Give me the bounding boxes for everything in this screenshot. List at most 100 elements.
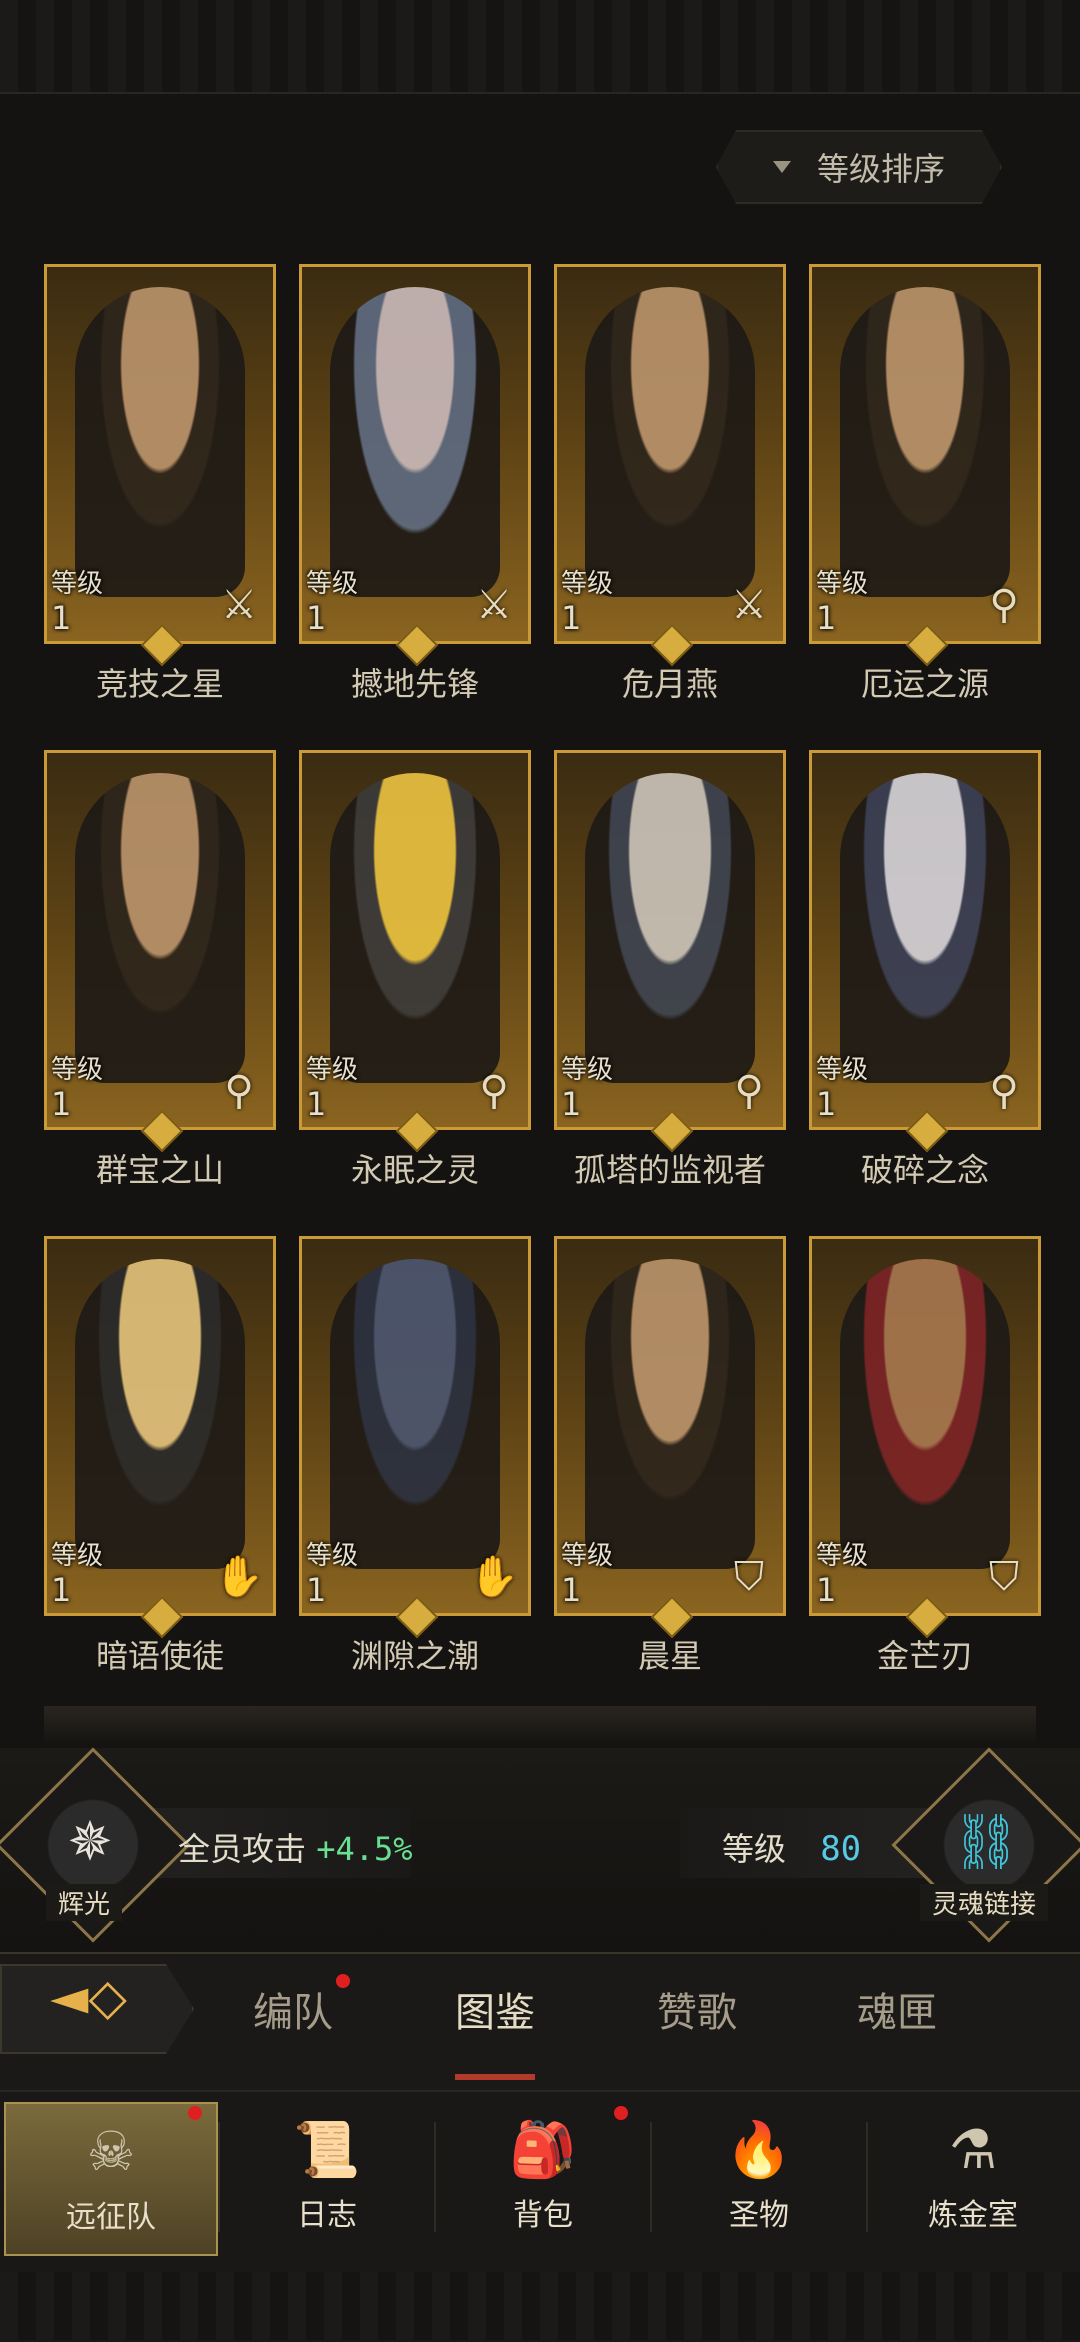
hero-portrait (585, 1259, 755, 1569)
shield-icon: ⛉ (989, 1554, 1019, 1600)
hero-name: 危月燕 (621, 665, 718, 703)
hero-grid: 等级 1 ⚔ 竞技之星 等级 1 ⚔ 撼地先锋 等级 1 ⚔ 危月燕 等级 1 … (0, 256, 1080, 1746)
sub-tab-bar: ◄◇ 编队 图鉴 赞歌 魂匣 (0, 1952, 1080, 2090)
stat-value: +4.5% (316, 1830, 413, 1868)
level-box: 等级 1 (561, 1053, 637, 1123)
level-label: 等级 (816, 1541, 869, 1571)
nav-alchemy-label: 炼金室 (928, 2198, 1018, 2233)
hero-name: 金芒刃 (876, 1637, 973, 1675)
hero-name: 晨星 (637, 1637, 702, 1675)
nav-bag[interactable]: 🎒 背包 (438, 2102, 648, 2252)
radiance-label: 辉光 (46, 1884, 123, 1921)
nav-expedition[interactable]: ☠ 远征队 (4, 2102, 218, 2256)
level-value: 1 (561, 1085, 582, 1123)
level-value: 1 (51, 599, 72, 637)
hero-card[interactable]: 等级 1 ⛉ 金芒刃 (809, 1236, 1041, 1675)
nav-journal[interactable]: 📜 日志 (222, 2102, 432, 2252)
level-value: 1 (306, 1085, 327, 1123)
notification-dot (188, 2106, 202, 2120)
tab-anthem-label: 赞歌 (657, 1990, 737, 2036)
nav-divider (218, 2122, 220, 2232)
level-box: 等级 1 (561, 567, 637, 637)
card-frame: 等级 1 ⚔ (299, 264, 531, 644)
card-frame: 等级 1 ⚲ (809, 750, 1041, 1130)
sword-icon: ⚔ (731, 582, 767, 628)
hero-portrait (330, 287, 500, 597)
level-box: 等级 1 (51, 1053, 127, 1123)
hero-portrait (330, 1259, 500, 1569)
hero-card[interactable]: 等级 1 ⚲ 永眠之灵 (299, 750, 531, 1189)
staff-icon: ⚲ (479, 1068, 509, 1114)
nav-relics-label: 圣物 (729, 2198, 789, 2233)
hand-icon: ✋ (214, 1554, 264, 1600)
sword-icon: ⚔ (221, 582, 257, 628)
team-level-label: 等级 (722, 1830, 787, 1868)
staff-icon: ⚲ (989, 1068, 1019, 1114)
hand-icon: ✋ (469, 1554, 519, 1600)
hero-card[interactable]: 等级 1 ⚲ 群宝之山 (44, 750, 276, 1189)
hero-card[interactable]: 等级 1 ⚲ 破碎之念 (809, 750, 1041, 1189)
level-box: 等级 1 (816, 567, 892, 637)
level-label: 等级 (816, 1055, 869, 1085)
tab-codex[interactable]: 图鉴 (420, 1980, 570, 2038)
staff-icon: ⚲ (989, 582, 1019, 628)
torch-icon: 🔥 (725, 2118, 793, 2181)
hero-card[interactable]: 等级 1 ⚔ 竞技之星 (44, 264, 276, 703)
nav-divider (434, 2122, 436, 2232)
card-frame: 等级 1 ⚲ (299, 750, 531, 1130)
hero-card[interactable]: 等级 1 ✋ 暗语使徒 (44, 1236, 276, 1675)
level-label: 等级 (306, 1541, 359, 1571)
level-box: 等级 1 (51, 567, 127, 637)
hero-card[interactable]: 等级 1 ⚔ 危月燕 (554, 264, 786, 703)
hero-portrait (585, 773, 755, 1083)
card-frame: 等级 1 ⚲ (554, 750, 786, 1130)
nav-relics[interactable]: 🔥 圣物 (654, 2102, 864, 2252)
hero-portrait (330, 773, 500, 1083)
level-value: 1 (51, 1085, 72, 1123)
level-box: 等级 1 (816, 1053, 892, 1123)
hero-card[interactable]: 等级 1 ⛉ 晨星 (554, 1236, 786, 1675)
horned-helmet-icon: ☠ (86, 2120, 136, 2183)
level-value: 1 (306, 1571, 327, 1609)
level-value: 1 (816, 1571, 837, 1609)
level-label: 等级 (561, 1541, 614, 1571)
level-value: 1 (816, 599, 837, 637)
level-box: 等级 1 (306, 1053, 382, 1123)
hero-portrait (75, 1259, 245, 1569)
sword-icon: ⚔ (476, 582, 512, 628)
top-decor-band (0, 0, 1080, 94)
sort-by-level-button[interactable]: 等级排序 (716, 130, 1002, 204)
level-label: 等级 (306, 569, 359, 599)
card-frame: 等级 1 ✋ (44, 1236, 276, 1616)
level-value: 1 (816, 1085, 837, 1123)
hero-name: 渊隙之潮 (350, 1637, 479, 1675)
nav-bag-label: 背包 (513, 2198, 573, 2233)
level-label: 等级 (51, 569, 104, 599)
tab-soul-box[interactable]: 魂匣 (822, 1980, 972, 2038)
hero-card[interactable]: 等级 1 ⚲ 厄运之源 (809, 264, 1041, 703)
hero-name: 竞技之星 (95, 665, 224, 703)
hero-name: 撼地先锋 (350, 665, 479, 703)
level-label: 等级 (306, 1055, 359, 1085)
staff-icon: ⚲ (224, 1068, 254, 1114)
level-box: 等级 1 (816, 1539, 892, 1609)
team-level-value: 80 (820, 1829, 862, 1869)
hero-card[interactable]: 等级 1 ✋ 渊隙之潮 (299, 1236, 531, 1675)
bottom-nav: ☠ 远征队 📜 日志 🎒 背包 🔥 圣物 ⚗ 炼金室 (0, 2090, 1080, 2342)
nav-alchemy[interactable]: ⚗ 炼金室 (868, 2102, 1078, 2252)
hero-portrait (840, 1259, 1010, 1569)
hero-name: 暗语使徒 (95, 1637, 224, 1675)
tab-formation[interactable]: 编队 (218, 1980, 368, 2038)
level-value: 1 (306, 599, 327, 637)
stat-label: 全员攻击 (178, 1830, 307, 1868)
tab-anthem[interactable]: 赞歌 (622, 1980, 772, 2038)
active-tab-indicator (455, 2074, 535, 2080)
hero-card[interactable]: 等级 1 ⚔ 撼地先锋 (299, 264, 531, 703)
nav-divider (650, 2122, 652, 2232)
nav-journal-label: 日志 (297, 2198, 357, 2233)
level-label: 等级 (816, 569, 869, 599)
hero-card[interactable]: 等级 1 ⚲ 孤塔的监视者 (554, 750, 786, 1189)
hero-portrait (75, 287, 245, 597)
sort-label: 等级排序 (816, 150, 945, 188)
nav-expedition-label: 远征队 (66, 2200, 156, 2235)
